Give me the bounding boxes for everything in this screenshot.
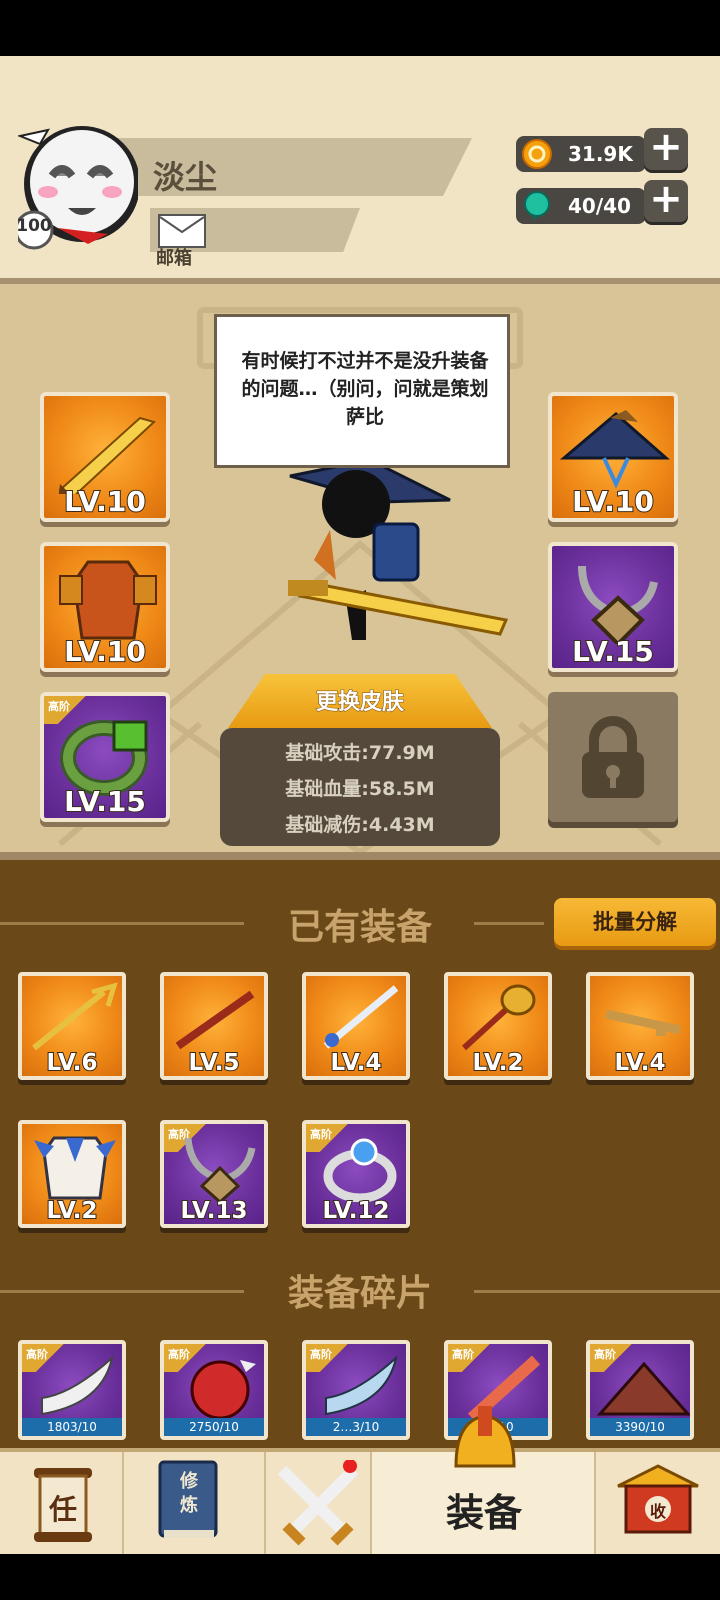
collect-glyph: 收 [649, 1502, 666, 1521]
equipped-slot-ring[interactable]: 高阶 LV.15 [40, 692, 170, 822]
owned-item-blue-sword[interactable]: LV.4 [302, 972, 410, 1080]
tip-text: 有时候打不过并不是没升装备的问题…（别问，问就是策划萨比 [241, 350, 489, 428]
bottom-nav: 任 修炼 装备 收 [0, 1406, 720, 1554]
fragment-red-hat[interactable]: 高阶 3390/10 [586, 1340, 694, 1440]
equipped-ring-level: LV.15 [63, 784, 147, 818]
batch-dismantle-button[interactable]: 批量分解 [554, 898, 716, 946]
player-level: 100 [16, 216, 52, 236]
energy-orb-icon [522, 190, 552, 222]
key-blade-icon [605, 1009, 681, 1036]
owned-item-key-blade[interactable]: LV.4 [586, 972, 694, 1080]
owned-item-staff[interactable]: LV.5 [160, 972, 268, 1080]
item-level: LV.5 [187, 1049, 240, 1076]
mace-icon [461, 984, 536, 1051]
equipped-slot-armor[interactable]: LV.10 [40, 542, 170, 672]
energy-value: 40/40 [568, 194, 631, 218]
fragment-count: 1803/10 [22, 1418, 122, 1436]
nav-cultivate[interactable]: 修炼 [124, 1452, 266, 1554]
stat-hp: 基础血量:58.5M [285, 778, 435, 800]
tip-bubble: 有时候打不过并不是没升装备的问题…（别问，问就是策划萨比 [214, 314, 510, 468]
base-stats-panel: 基础攻击:77.9M 基础血量:58.5M 基础减伤:4.43M [220, 728, 500, 846]
cultivate-glyph: 修炼 [180, 1471, 198, 1516]
owned-item-trident[interactable]: LV.6 [18, 972, 126, 1080]
item-level: LV.6 [45, 1049, 98, 1076]
stat-attack: 基础攻击:77.9M [285, 742, 435, 764]
mailbox-label: 邮箱 [156, 248, 192, 269]
fragment-red-armor[interactable]: 高阶 2750/10 [160, 1340, 268, 1440]
item-level: LV.4 [329, 1049, 382, 1076]
sword-icon [323, 985, 399, 1049]
nav-equipment[interactable]: 装备 [372, 1406, 596, 1554]
fragment-count: 2…3/10 [306, 1418, 406, 1436]
owned-item-mace[interactable]: LV.2 [444, 972, 552, 1080]
add-coins-button[interactable]: + [644, 127, 688, 170]
nav-collect[interactable]: 收 [596, 1452, 720, 1554]
armor-icon [34, 1136, 116, 1200]
armor-icon [59, 560, 157, 640]
ring-icon [323, 1138, 397, 1202]
equipped-weapon-level: LV.10 [63, 484, 147, 518]
owned-item-blue-armor[interactable]: LV.2 [18, 1120, 126, 1228]
equipped-necklace-level: LV.15 [571, 634, 655, 668]
equipped-slot-hat[interactable]: LV.10 [548, 392, 678, 522]
straw-hat-icon [596, 1361, 690, 1416]
fragment-count: 2750/10 [164, 1418, 264, 1436]
equipped-armor-level: LV.10 [63, 634, 147, 668]
helmet-icon [454, 1406, 516, 1468]
owned-item-sapphire-ring[interactable]: 高阶 LV.12 [302, 1120, 410, 1228]
task-glyph: 任 [48, 1493, 77, 1526]
staff-icon [175, 990, 255, 1050]
nav-battle[interactable] [266, 1452, 372, 1554]
item-level: LV.2 [471, 1049, 524, 1076]
locked-slot[interactable] [548, 692, 678, 822]
armor-icon [190, 1360, 256, 1420]
item-level: LV.4 [613, 1049, 666, 1076]
fragment-blue-blade[interactable]: 高阶 2…3/10 [302, 1340, 410, 1440]
system-nav-bar [0, 1554, 720, 1600]
equipped-hat-level: LV.10 [571, 484, 655, 518]
nav-tasks[interactable]: 任 [0, 1452, 124, 1554]
item-level: LV.13 [179, 1197, 248, 1224]
fragment-count: 3390/10 [590, 1418, 690, 1436]
equipped-slot-necklace[interactable]: LV.15 [548, 542, 678, 672]
coin-icon [520, 138, 554, 170]
item-level: LV.12 [321, 1197, 390, 1224]
coin-value: 31.9K [568, 142, 633, 166]
fragment-white-blade[interactable]: 高阶 1803/10 [18, 1340, 126, 1440]
equipped-slot-weapon[interactable]: LV.10 [40, 392, 170, 522]
padlock-icon [582, 716, 644, 798]
ring-icon [60, 720, 148, 796]
sword-icon [58, 416, 156, 494]
crossed-swords-icon [277, 1460, 359, 1546]
equipment-tab-label: 装备 [445, 1491, 522, 1535]
status-bar [0, 0, 720, 56]
necklace-icon [184, 1137, 256, 1202]
change-skin-label: 更换皮肤 [315, 690, 404, 716]
fragments-title: 装备碎片 [287, 1273, 432, 1314]
straw-hat-icon [560, 410, 670, 489]
add-energy-button[interactable]: + [644, 179, 688, 222]
stat-damage-reduction: 基础减伤:4.43M [285, 814, 435, 836]
item-level: LV.2 [45, 1197, 98, 1224]
blade-icon [325, 1355, 398, 1416]
player-name: 淡尘 [153, 158, 218, 196]
owned-item-necklace[interactable]: 高阶 LV.13 [160, 1120, 268, 1228]
necklace-icon [578, 565, 658, 644]
blade-icon [41, 1355, 114, 1416]
trident-icon [32, 982, 118, 1051]
